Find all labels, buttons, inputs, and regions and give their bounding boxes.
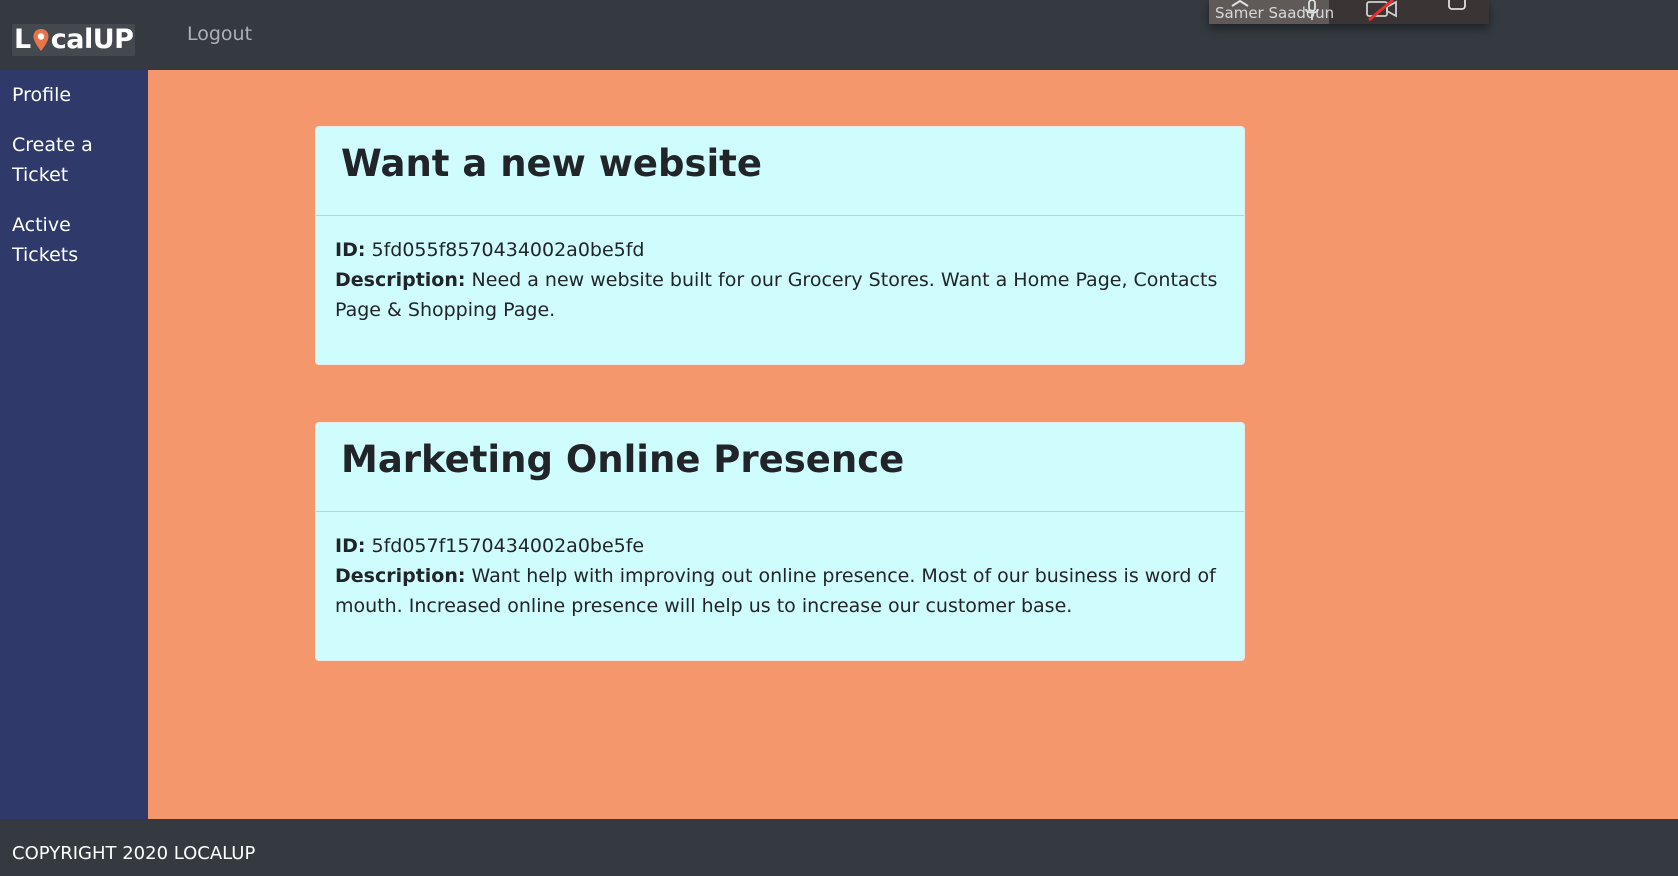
- ticket-description-row: Description: Want help with improving ou…: [335, 561, 1225, 621]
- ticket-card: Want a new website ID: 5fd055f8570434002…: [315, 126, 1245, 365]
- pin-icon[interactable]: [1229, 0, 1251, 10]
- ticket-description-row: Description: Need a new website built fo…: [335, 265, 1225, 325]
- ticket-id-row: ID: 5fd055f8570434002a0be5fd: [335, 235, 1225, 265]
- ticket-description-value: Want help with improving out online pres…: [335, 565, 1216, 617]
- map-pin-icon: [33, 29, 49, 51]
- ticket-title: Want a new website: [341, 142, 762, 185]
- copyright-text: COPYRIGHT 2020 LOCALUP: [12, 843, 256, 864]
- ticket-id-row: ID: 5fd057f1570434002a0be5fe: [335, 531, 1225, 561]
- brand-logo[interactable]: L calUP: [12, 24, 136, 56]
- sidebar-item-profile[interactable]: Profile: [12, 80, 132, 110]
- ticket-description-value: Need a new website built for our Grocery…: [335, 269, 1218, 321]
- ticket-card-header: Want a new website: [316, 127, 1244, 216]
- ticket-description-label: Description:: [335, 269, 466, 291]
- ticket-id-value: 5fd055f8570434002a0be5fd: [371, 239, 645, 261]
- camera-off-icon[interactable]: [1365, 0, 1399, 22]
- ticket-card: Marketing Online Presence ID: 5fd057f157…: [315, 422, 1245, 661]
- video-call-overlay[interactable]: Samer Saadoun: [1209, 0, 1489, 24]
- ticket-title: Marketing Online Presence: [341, 438, 905, 481]
- sidebar-item-create-ticket[interactable]: Create a Ticket: [12, 130, 132, 190]
- sidebar: Profile Create a Ticket Active Tickets: [0, 70, 148, 819]
- logout-link[interactable]: Logout: [187, 21, 252, 47]
- sidebar-item-active-tickets[interactable]: Active Tickets: [12, 210, 132, 270]
- ticket-id-value: 5fd057f1570434002a0be5fe: [371, 535, 645, 557]
- footer: COPYRIGHT 2020 LOCALUP: [0, 819, 1678, 876]
- ticket-card-body: ID: 5fd055f8570434002a0be5fd Description…: [335, 235, 1225, 325]
- window-icon[interactable]: [1447, 0, 1469, 12]
- ticket-id-label: ID:: [335, 535, 366, 557]
- microphone-icon[interactable]: [1302, 0, 1322, 22]
- ticket-description-label: Description:: [335, 565, 466, 587]
- ticket-id-label: ID:: [335, 239, 366, 261]
- ticket-card-header: Marketing Online Presence: [316, 423, 1244, 512]
- ticket-card-body: ID: 5fd057f1570434002a0be5fe Description…: [335, 531, 1225, 621]
